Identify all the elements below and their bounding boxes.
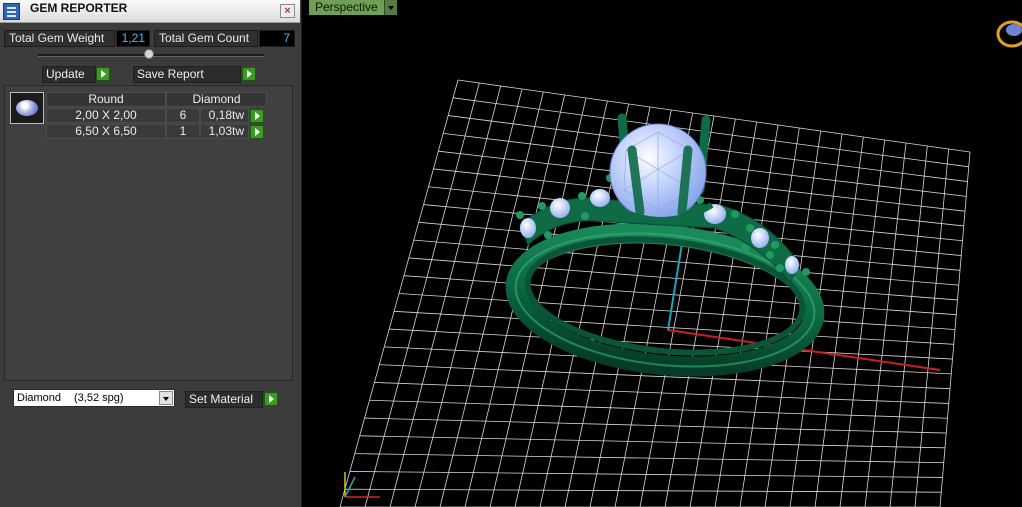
grid-line [739,127,800,507]
grid-line [864,142,907,507]
grid-line [364,417,947,434]
view-mode-tab[interactable]: Perspective [309,0,384,15]
axis-gizmo-icon [344,472,380,498]
grid-line [394,310,954,345]
grid-line [398,293,956,330]
grid-line [939,151,971,507]
grid-line [369,399,948,419]
grid-line [889,145,928,507]
view-mode-dropdown-arrow-icon[interactable] [384,0,397,15]
ring-scene [339,20,1022,507]
grid-line [374,382,949,404]
grid-line [914,148,950,507]
view-cube-icon[interactable] [996,20,1022,48]
grid-line [359,435,946,449]
grid-line [354,453,944,464]
grid-line [839,139,886,507]
